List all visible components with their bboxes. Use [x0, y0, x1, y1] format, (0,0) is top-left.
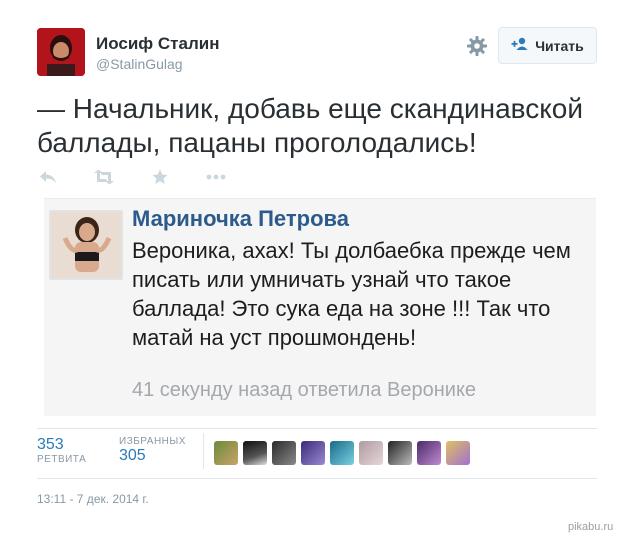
- follow-button[interactable]: Читать: [498, 27, 597, 64]
- favoriter-avatar[interactable]: [330, 441, 354, 465]
- favorites-stat[interactable]: ИЗБРАННЫХ 305: [119, 436, 186, 465]
- favoriter-avatar[interactable]: [214, 441, 238, 465]
- gear-icon[interactable]: [466, 35, 488, 57]
- embedded-reply-text: Вероника, ахах! Ты долбаебка прежде чем …: [132, 238, 571, 350]
- retweets-stat[interactable]: 353 РЕТВИТА: [37, 436, 86, 465]
- watermark: pikabu.ru: [568, 521, 614, 533]
- favorites-label: ИЗБРАННЫХ: [119, 436, 186, 447]
- embedded-reply-screenshot: Мариночка Петрова Вероника, ахах! Ты дол…: [44, 198, 596, 416]
- add-user-icon: [511, 37, 529, 54]
- favoriter-avatar[interactable]: [301, 441, 325, 465]
- stats-divider-bottom: [37, 478, 597, 479]
- author-name[interactable]: Иосиф Сталин: [96, 34, 219, 54]
- favoriter-avatar[interactable]: [388, 441, 412, 465]
- favoriter-avatar[interactable]: [272, 441, 296, 465]
- stats-separator: [203, 433, 204, 469]
- favorite-icon[interactable]: [149, 168, 171, 186]
- tweet-actions: [37, 166, 261, 188]
- embedded-reply-time: 41 секунду назад ответила Веронике: [132, 379, 477, 401]
- favoriter-avatar[interactable]: [243, 441, 267, 465]
- stalin-avatar-image: [37, 28, 85, 76]
- favoriters-avatars: [214, 441, 470, 465]
- stats-divider-top: [37, 428, 597, 429]
- embedded-reply-avatar: [49, 210, 123, 280]
- author-avatar[interactable]: [37, 28, 85, 76]
- favoriter-avatar[interactable]: [359, 441, 383, 465]
- tweet-timestamp[interactable]: 13:11 - 7 дек. 2014 г.: [37, 492, 149, 506]
- favoriter-avatar[interactable]: [446, 441, 470, 465]
- tweet-text: — Начальник, добавь еще скандинавской ба…: [37, 93, 583, 158]
- retweets-count: 353: [37, 436, 64, 453]
- more-icon[interactable]: [205, 168, 227, 186]
- follow-button-label: Читать: [535, 37, 584, 54]
- embedded-reply-author: Мариночка Петрова: [132, 206, 349, 231]
- retweet-icon[interactable]: [93, 168, 115, 186]
- reply-icon[interactable]: [37, 168, 59, 186]
- retweets-label: РЕТВИТА: [37, 454, 87, 465]
- author-handle[interactable]: @StalinGulag: [96, 56, 183, 72]
- favorites-count: 305: [119, 447, 146, 464]
- favoriter-avatar[interactable]: [417, 441, 441, 465]
